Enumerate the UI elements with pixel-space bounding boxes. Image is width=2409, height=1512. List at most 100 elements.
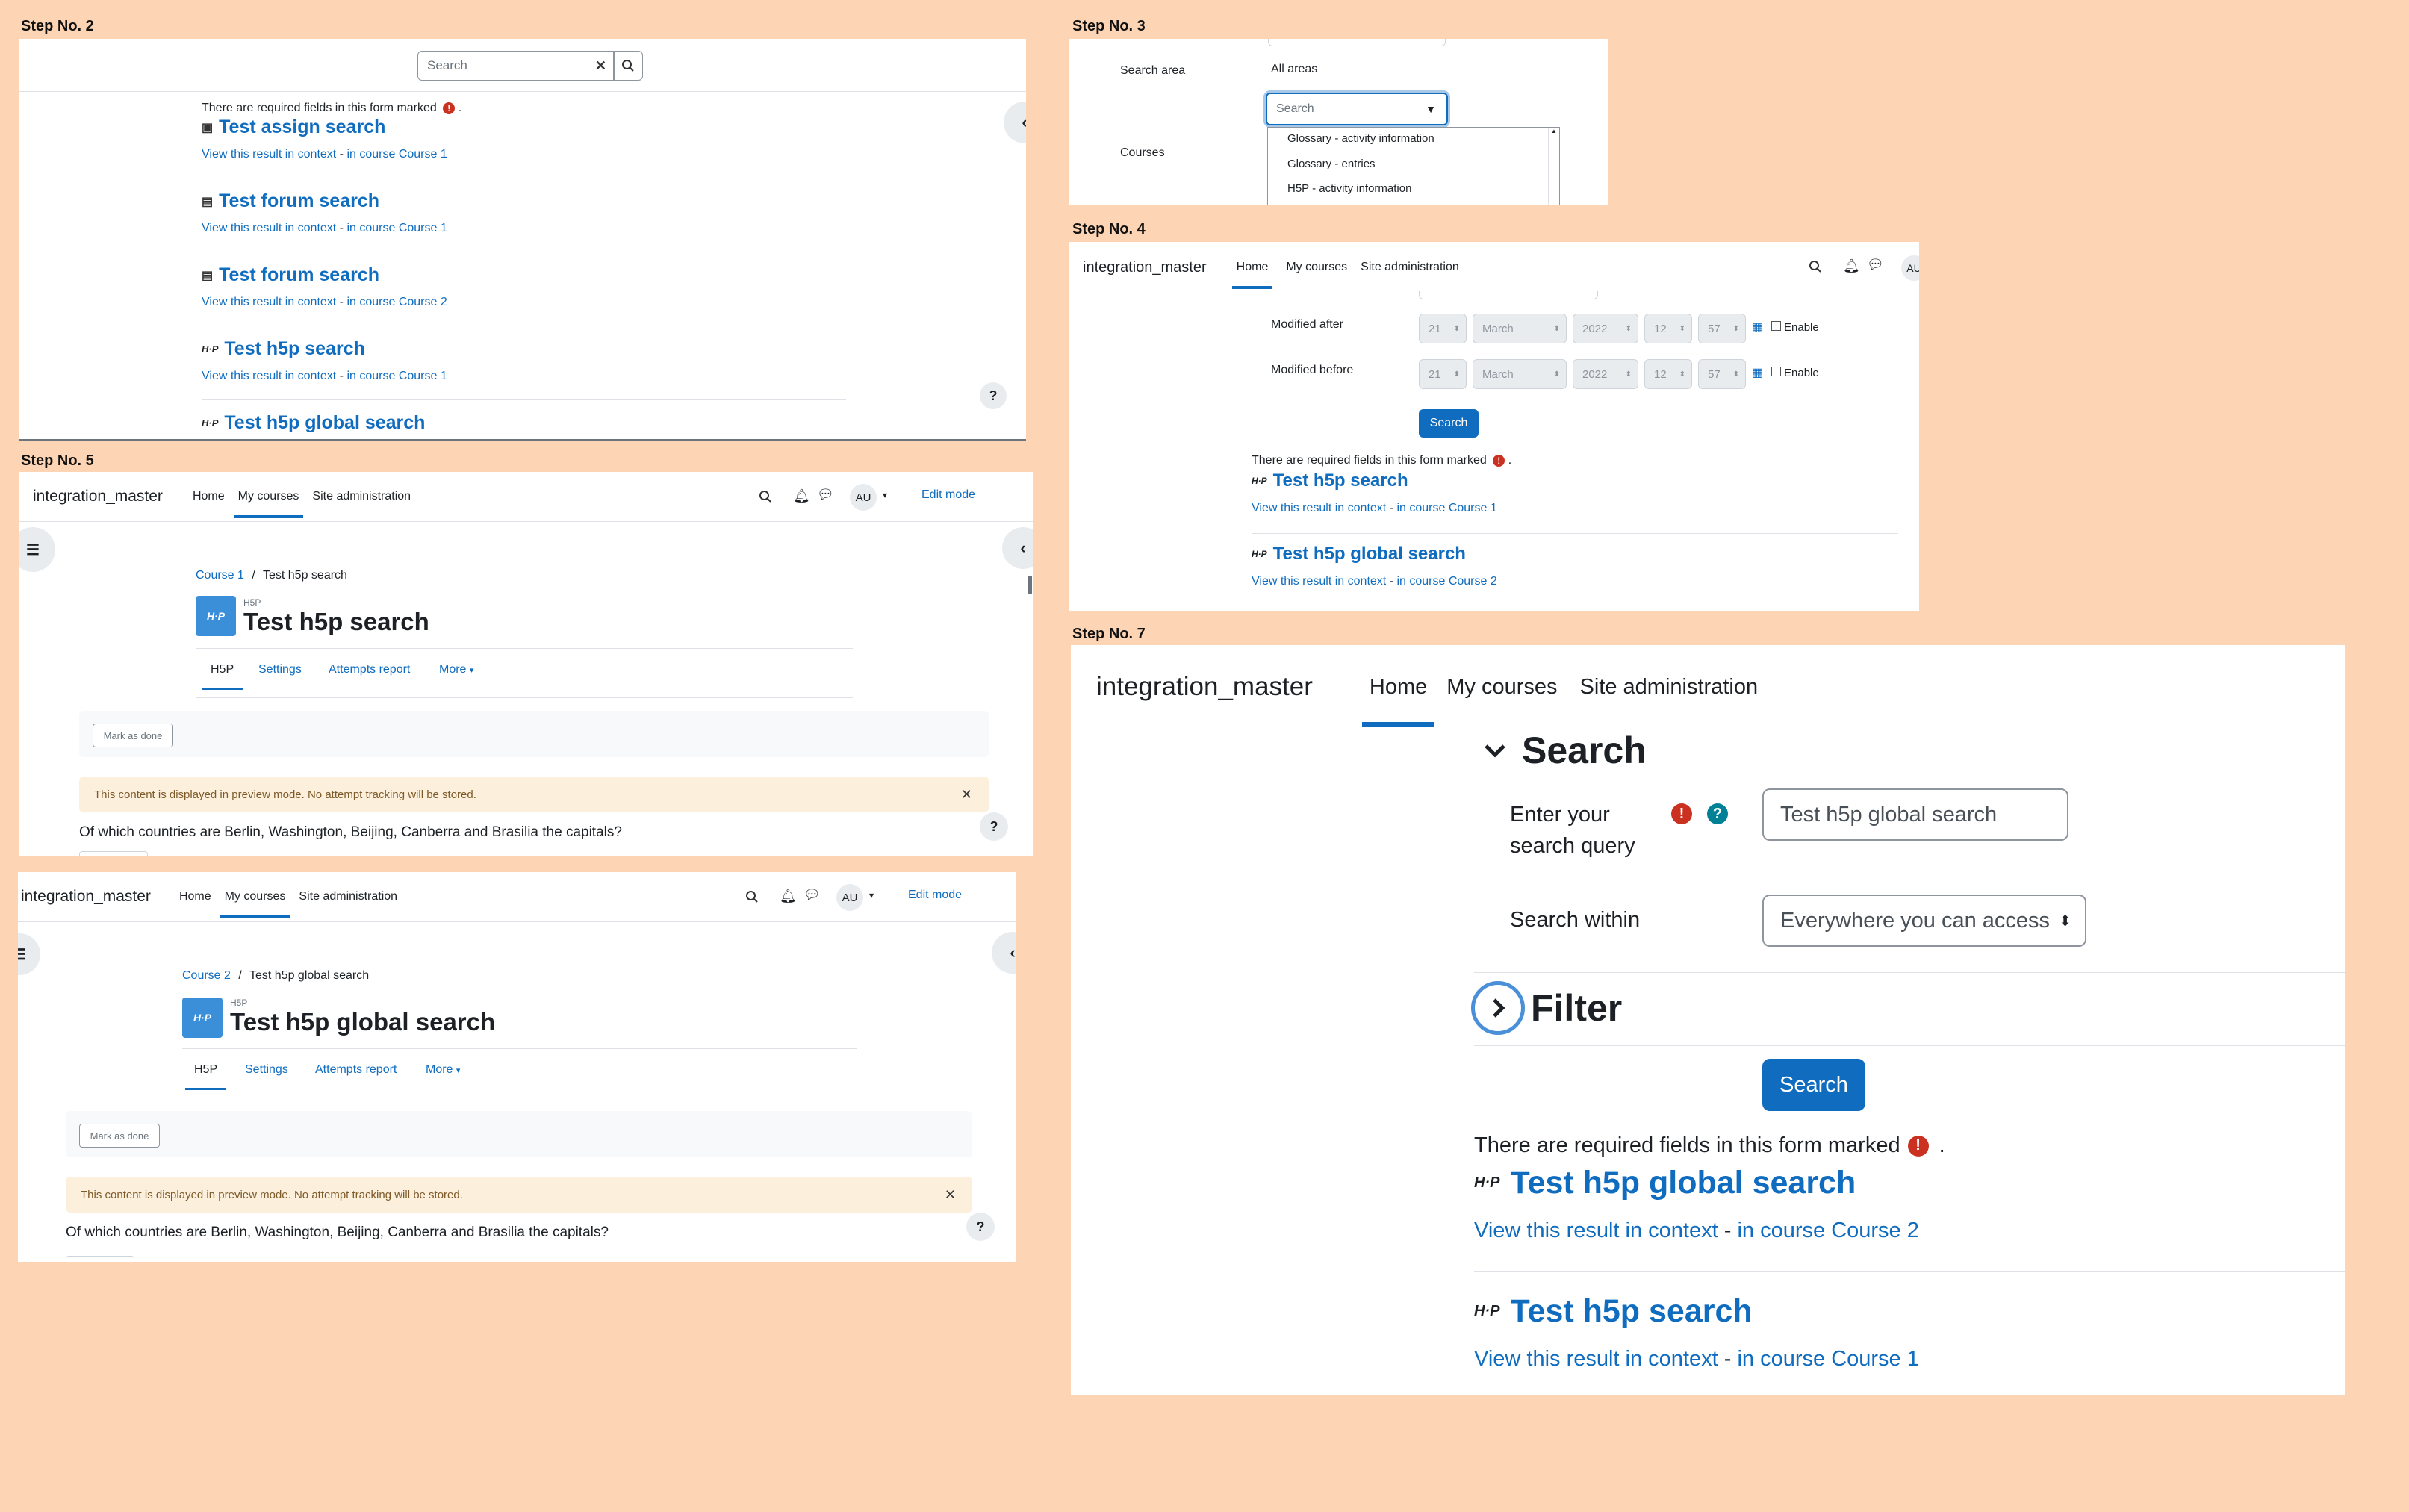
enable-checkbox[interactable]: Enable (1771, 367, 1819, 379)
area-search-input[interactable]: Search ▼ (1266, 93, 1448, 125)
search-within-select[interactable]: Everywhere you can access ⬍ (1762, 895, 2086, 947)
bell-icon[interactable]: 🔔︎ (1843, 258, 1860, 274)
search-box[interactable]: Search ✕ (417, 51, 615, 81)
enable-checkbox[interactable]: Enable (1771, 321, 1819, 334)
nav-home[interactable]: Home (193, 490, 225, 503)
nav-home[interactable]: Home (179, 890, 211, 903)
nav-my-courses[interactable]: My courses (233, 490, 304, 518)
tab-attempts-report[interactable]: Attempts report (329, 663, 410, 676)
site-name[interactable]: integration_master (1083, 259, 1207, 276)
result-title[interactable]: H·P Test h5p search (1252, 470, 1408, 491)
nav-my-courses[interactable]: My courses (220, 890, 290, 918)
hour-select[interactable]: 12 ⬍ (1644, 314, 1692, 343)
tab-more[interactable]: More ▾ (426, 1063, 460, 1077)
search-query-input[interactable]: Test h5p global search (1762, 788, 2068, 841)
result-title[interactable]: ▣ Test assign search (202, 116, 385, 138)
site-name[interactable]: integration_master (21, 888, 151, 906)
mark-as-done-button[interactable]: Mark as done (79, 1124, 160, 1148)
search-button[interactable] (613, 51, 643, 81)
result-title[interactable]: H·P Test h5p global search (202, 412, 425, 434)
scrollbar[interactable]: ▲ (1548, 128, 1559, 205)
month-select[interactable]: March ⬍ (1473, 314, 1567, 343)
bell-icon[interactable]: 🔔︎ (793, 488, 810, 504)
course-index-toggle[interactable]: ☰ (18, 933, 40, 975)
required-note: There are required fields in this form m… (1474, 1133, 1945, 1157)
result-link[interactable]: View this result in context - in course … (1474, 1347, 1919, 1372)
result-title[interactable]: H·P Test h5p search (1474, 1293, 1753, 1330)
result-title[interactable]: H·P Test h5p global search (1252, 544, 1466, 564)
search-icon[interactable] (745, 890, 759, 903)
course-index-toggle[interactable]: ☰ (19, 527, 55, 572)
nav-home[interactable]: Home (1231, 261, 1272, 289)
close-icon[interactable]: ✕ (961, 787, 972, 803)
breadcrumb: Course 2 / Test h5p global search (182, 969, 370, 982)
nav-site-admin[interactable]: Site administration (299, 890, 397, 903)
nav-site-admin[interactable]: Site administration (312, 490, 411, 503)
result-link[interactable]: View this result in context - in course … (1252, 502, 1497, 515)
close-icon[interactable]: ✕ (945, 1187, 956, 1203)
chat-icon[interactable]: 💬︎ (1867, 257, 1884, 273)
area-options-list[interactable]: Glossary - activity information Glossary… (1267, 127, 1560, 205)
help-button[interactable]: ? (980, 812, 1008, 841)
nav-my-courses[interactable]: My courses (1446, 675, 1557, 700)
filter-section-header[interactable]: Filter (1471, 981, 1622, 1035)
chat-icon[interactable]: 💬︎ (817, 487, 834, 503)
help-button[interactable]: ? (980, 382, 1007, 409)
site-name[interactable]: integration_master (33, 488, 163, 505)
bell-icon[interactable]: 🔔︎ (780, 889, 797, 904)
nav-site-admin[interactable]: Site administration (1580, 675, 1759, 700)
result-link[interactable]: View this result in context - in course … (202, 222, 447, 235)
chat-icon[interactable]: 💬︎ (803, 887, 821, 903)
option-item[interactable]: Glossary - entries (1287, 158, 1376, 170)
drawer-toggle-button[interactable]: ‹ (1002, 527, 1033, 569)
avatar[interactable]: AU (850, 484, 877, 511)
nav-home[interactable]: Home (1361, 675, 1435, 727)
tab-h5p[interactable]: H5P (184, 1063, 227, 1090)
nav-my-courses[interactable]: My courses (1286, 261, 1347, 274)
search-section-header[interactable]: Search (1483, 729, 1647, 772)
mark-as-done-button[interactable]: Mark as done (93, 724, 173, 747)
search-icon[interactable] (1809, 260, 1822, 273)
result-link[interactable]: View this result in context - in course … (202, 148, 447, 161)
tab-settings[interactable]: Settings (258, 663, 302, 676)
scrollbar[interactable] (1028, 576, 1032, 594)
result-title[interactable]: ▤ Test forum search (202, 264, 379, 286)
year-select[interactable]: 2022 ⬍ (1573, 314, 1638, 343)
result-link[interactable]: View this result in context - in course … (202, 370, 447, 383)
hour-select[interactable]: 12 ⬍ (1644, 359, 1692, 389)
option-item[interactable]: Glossary - activity information (1287, 132, 1434, 145)
minute-select[interactable]: 57 ⬍ (1698, 314, 1746, 343)
month-select[interactable]: March ⬍ (1473, 359, 1567, 389)
result-title[interactable]: H·P Test h5p global search (1474, 1165, 1856, 1201)
result-title[interactable]: ▤ Test forum search (202, 190, 379, 212)
help-icon[interactable]: ? (1707, 803, 1728, 824)
minute-select[interactable]: 57 ⬍ (1698, 359, 1746, 389)
option-item[interactable]: H5P - activity information (1287, 182, 1411, 195)
search-input[interactable]: Search (427, 58, 467, 73)
tab-settings[interactable]: Settings (245, 1063, 288, 1077)
calendar-icon[interactable]: ▦ (1752, 320, 1763, 335)
tab-attempts-report[interactable]: Attempts report (315, 1063, 397, 1077)
avatar[interactable]: AU (836, 884, 863, 911)
search-button[interactable]: Search (1419, 409, 1479, 438)
help-button[interactable]: ? (966, 1213, 995, 1241)
search-icon[interactable] (759, 490, 772, 503)
nav-site-admin[interactable]: Site administration (1361, 261, 1459, 274)
result-title[interactable]: H·P Test h5p search (202, 338, 365, 360)
drawer-toggle-button[interactable]: ‹ (1004, 102, 1026, 143)
tab-h5p[interactable]: H5P (201, 663, 243, 690)
avatar[interactable]: AU (1901, 255, 1919, 281)
day-select[interactable]: 21 ⬍ (1419, 314, 1467, 343)
site-name[interactable]: integration_master (1096, 672, 1313, 702)
calendar-icon[interactable]: ▦ (1752, 365, 1763, 380)
result-link[interactable]: View this result in context - in course … (1252, 575, 1497, 588)
result-link[interactable]: View this result in context - in course … (202, 296, 447, 309)
tab-more[interactable]: More ▾ (439, 663, 473, 676)
result-link[interactable]: View this result in context - in course … (1474, 1219, 1919, 1243)
drawer-toggle-button[interactable]: ‹ (992, 932, 1016, 974)
year-select[interactable]: 2022 ⬍ (1573, 359, 1638, 389)
h5p-icon: H·P (1474, 1175, 1500, 1191)
clear-icon[interactable]: ✕ (595, 58, 606, 74)
day-select[interactable]: 21 ⬍ (1419, 359, 1467, 389)
search-button[interactable]: Search (1762, 1059, 1865, 1111)
